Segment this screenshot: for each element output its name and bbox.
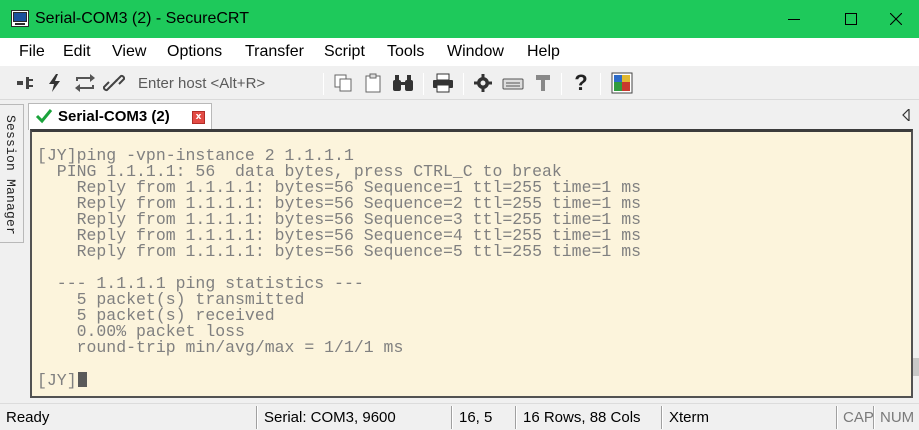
print-icon [433, 73, 453, 93]
menu-file[interactable]: File [19, 42, 45, 62]
menu-script[interactable]: Script [324, 42, 365, 62]
copy-icon [334, 74, 352, 92]
close-icon [890, 13, 902, 25]
status-divider [451, 406, 453, 429]
connect-button[interactable] [14, 72, 36, 94]
help-button[interactable]: ? [570, 72, 592, 94]
find-button[interactable] [392, 72, 414, 94]
status-divider [515, 406, 517, 429]
securecrt-window: Serial-COM3 (2) - SecureCRT File Edit Vi… [0, 0, 919, 430]
about-button[interactable] [611, 72, 633, 94]
keymap-button[interactable] [502, 72, 524, 94]
copy-button[interactable] [332, 72, 354, 94]
tab-close-button[interactable]: x [192, 111, 205, 124]
disconnect-button[interactable] [103, 72, 125, 94]
menu-tools[interactable]: Tools [387, 42, 424, 62]
status-divider [661, 406, 663, 429]
menu-options[interactable]: Options [167, 42, 222, 62]
minimize-button[interactable] [771, 0, 817, 38]
status-divider [256, 406, 258, 429]
securecrt-app-icon [11, 10, 29, 27]
menu-view[interactable]: View [112, 42, 146, 62]
reconnect-icon [75, 74, 95, 92]
terminal-line-text: [JY] [37, 371, 77, 390]
disconnect-icon [103, 74, 125, 92]
connect-icon [17, 77, 33, 89]
terminal-line-text: Reply from 1.1.1.1: bytes=56 Sequence=5 … [37, 242, 641, 261]
paste-button[interactable] [362, 72, 384, 94]
status-num: NUM [880, 409, 915, 426]
close-icon: x [195, 112, 202, 122]
quick-connect-icon [49, 74, 60, 92]
session-manager-tab[interactable]: Session Manager [0, 104, 24, 243]
status-cursor-position: 16, 5 [459, 409, 493, 426]
tab-serial-com3[interactable]: Serial-COM3 (2) x [28, 103, 212, 130]
toolbar-separator [323, 73, 324, 95]
status-connection: Serial: COM3, 9600 [264, 409, 396, 426]
terminal-output[interactable]: [JY]ping -vpn-instance 2 1.1.1.1 PING 1.… [30, 129, 913, 398]
toolbar: ? [0, 66, 919, 100]
terminal-line: [JY] [37, 371, 87, 390]
sftp-icon [536, 75, 550, 91]
tab-label: Serial-COM3 (2) [58, 108, 170, 125]
tab-strip: Serial-COM3 (2) x [24, 101, 919, 130]
title-bar: Serial-COM3 (2) - SecureCRT [0, 0, 919, 38]
sftp-button[interactable] [532, 72, 554, 94]
terminal-cursor [77, 372, 87, 387]
toolbar-separator [561, 73, 562, 95]
window-title: Serial-COM3 (2) - SecureCRT [35, 10, 249, 27]
status-caps: CAP [843, 409, 874, 426]
menu-bar: File Edit View Options Transfer Script T… [0, 38, 919, 66]
quick-connect-button[interactable] [44, 72, 66, 94]
paste-icon [365, 73, 381, 93]
maximize-icon [845, 13, 857, 25]
menu-transfer[interactable]: Transfer [245, 42, 304, 62]
maximize-button[interactable] [828, 0, 874, 38]
session-manager-label: Session Manager [3, 115, 18, 236]
toolbar-separator [423, 73, 424, 95]
terminal-line: round-trip min/avg/max = 1/1/1 ms [37, 338, 404, 357]
status-bar: Ready Serial: COM3, 9600 16, 5 16 Rows, … [0, 403, 919, 430]
status-emulation: Xterm [669, 409, 710, 426]
settings-icon [474, 74, 492, 92]
about-icon [611, 72, 633, 94]
keymap-icon [502, 78, 524, 90]
connected-check-icon [35, 109, 53, 124]
toolbar-separator [463, 73, 464, 95]
terminal-line: Reply from 1.1.1.1: bytes=56 Sequence=5 … [37, 242, 641, 261]
session-options-button[interactable] [472, 72, 494, 94]
reconnect-button[interactable] [74, 72, 96, 94]
menu-edit[interactable]: Edit [63, 42, 91, 62]
close-button[interactable] [873, 0, 919, 38]
terminal-line-text: round-trip min/avg/max = 1/1/1 ms [37, 338, 404, 357]
terminal-scrollbar-thumb[interactable] [913, 358, 919, 376]
find-icon [393, 75, 413, 91]
minimize-icon [788, 19, 800, 20]
print-button[interactable] [432, 72, 454, 94]
help-icon: ? [574, 70, 588, 95]
tab-scroll-left-icon[interactable] [902, 109, 910, 121]
menu-help[interactable]: Help [527, 42, 560, 62]
status-state: Ready [6, 409, 50, 426]
toolbar-separator [600, 73, 601, 95]
host-input[interactable] [133, 72, 315, 94]
menu-window[interactable]: Window [447, 42, 504, 62]
status-size: 16 Rows, 88 Cols [523, 409, 641, 426]
